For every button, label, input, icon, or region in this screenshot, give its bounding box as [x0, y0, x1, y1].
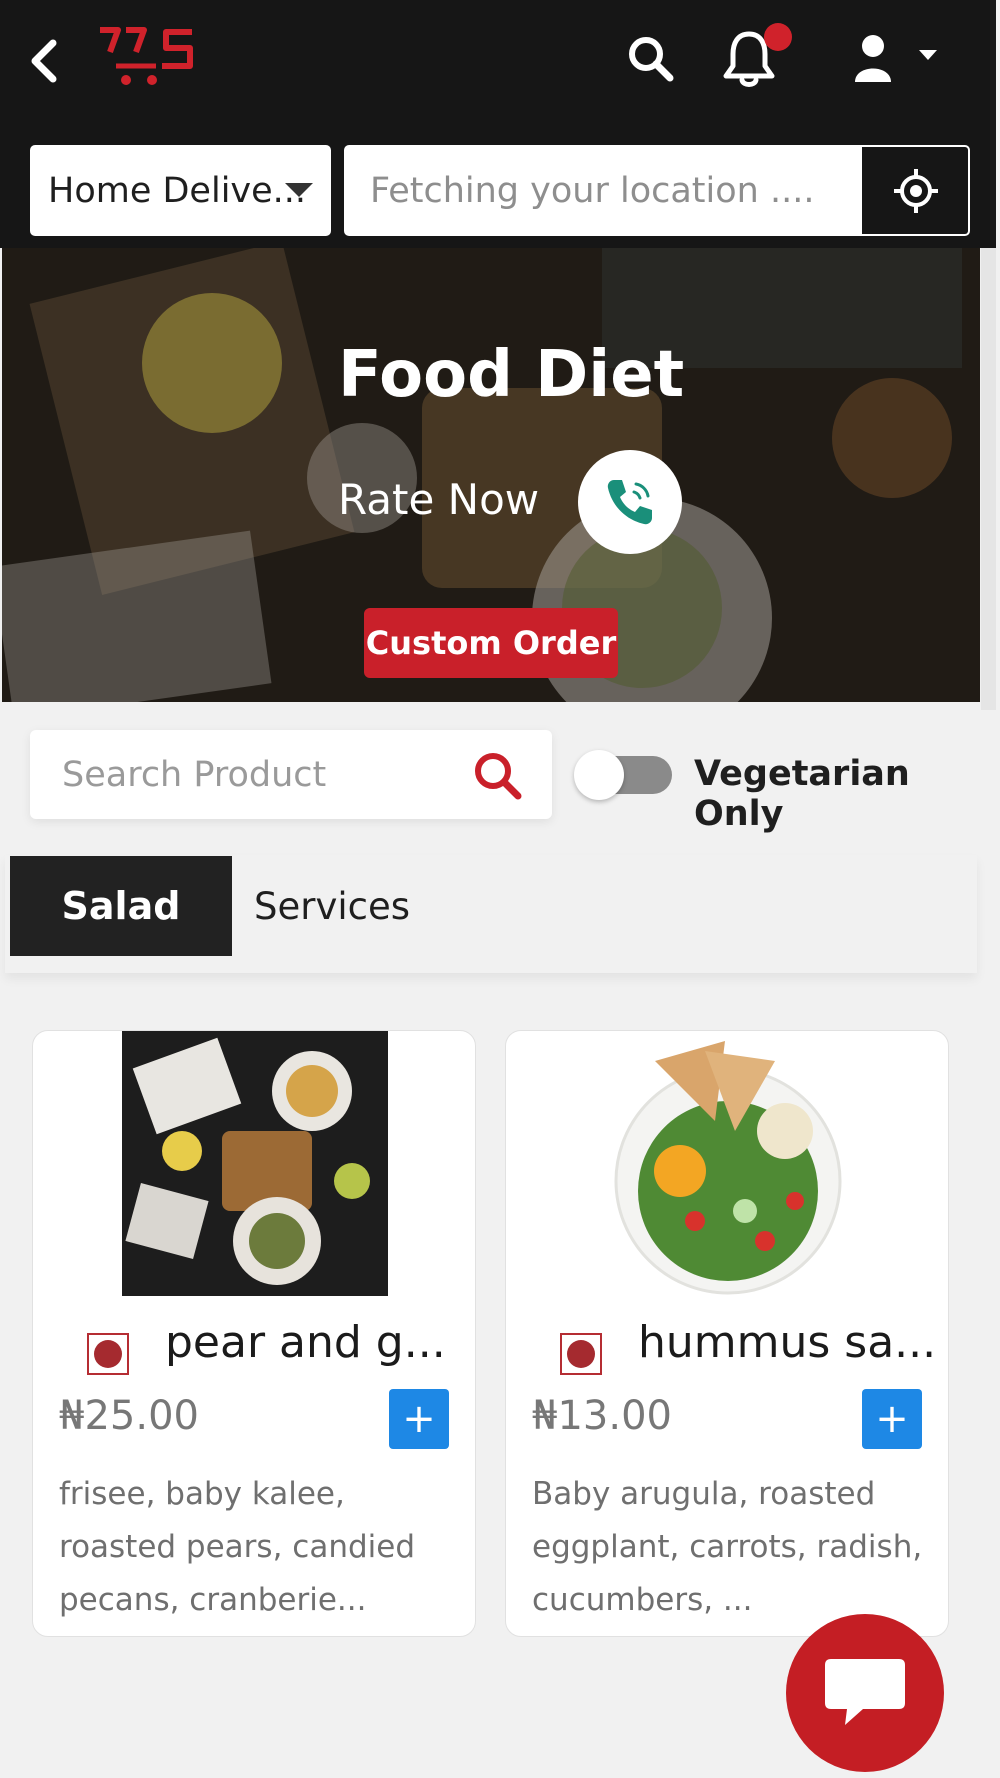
tab-salad[interactable]: Salad: [10, 856, 232, 956]
add-to-cart-button[interactable]: +: [389, 1389, 449, 1449]
notification-badge: [764, 23, 792, 51]
product-card[interactable]: hummus sa... ₦13.00 + Baby arugula, roas…: [505, 1030, 949, 1637]
product-name[interactable]: hummus sa...: [638, 1317, 938, 1368]
non-veg-indicator-icon: [560, 1333, 602, 1375]
chevron-left-icon: [31, 39, 57, 83]
user-icon: [855, 35, 937, 82]
search-icon: [629, 37, 674, 82]
product-image[interactable]: [122, 1031, 388, 1296]
location-input[interactable]: Fetching your location ....: [346, 147, 864, 234]
crosshair-icon: [894, 168, 938, 213]
phone-icon: [607, 480, 652, 525]
product-description: frisee, baby kalee, roasted pears, candi…: [59, 1476, 416, 1618]
delivery-type-select[interactable]: Home Delive...: [30, 145, 331, 236]
product-search-input[interactable]: Search Product: [62, 730, 326, 819]
tab-services[interactable]: Services: [254, 856, 410, 956]
back-button[interactable]: [22, 36, 66, 86]
product-name[interactable]: pear and g...: [165, 1317, 465, 1368]
vegetarian-label: Vegetarian Only: [694, 754, 910, 834]
toggle-knob: [574, 750, 624, 800]
search-icon[interactable]: [470, 748, 526, 804]
custom-order-button[interactable]: Custom Order: [364, 608, 618, 678]
header-search-button[interactable]: [622, 30, 680, 88]
product-price: ₦25.00: [59, 1393, 199, 1439]
brand-logo[interactable]: [96, 22, 202, 90]
add-to-cart-button[interactable]: +: [862, 1389, 922, 1449]
chat-bubble-icon: [825, 1659, 905, 1725]
product-image[interactable]: [595, 1031, 861, 1296]
product-card[interactable]: pear and g... ₦25.00 + frisee, baby kale…: [32, 1030, 476, 1637]
non-veg-indicator-icon: [87, 1333, 129, 1375]
banner-scrollbar[interactable]: [981, 248, 996, 710]
user-menu-button[interactable]: [845, 30, 945, 88]
chat-button[interactable]: [786, 1614, 944, 1772]
location-bar: Fetching your location ....: [344, 145, 970, 236]
cart-logo-icon: [100, 27, 193, 85]
detect-location-button[interactable]: [862, 147, 968, 234]
product-price: ₦13.00: [532, 1393, 672, 1439]
product-search[interactable]: Search Product: [30, 730, 552, 819]
chevron-down-icon: [919, 50, 937, 60]
rate-now-link[interactable]: Rate Now: [338, 475, 539, 524]
caret-down-icon: [285, 183, 313, 197]
call-store-button[interactable]: [578, 450, 682, 554]
store-name: Food Diet: [338, 338, 685, 412]
product-description: Baby arugula, roasted eggplant, carrots,…: [532, 1476, 923, 1618]
delivery-type-value: Home Delive...: [48, 170, 307, 211]
vegetarian-toggle[interactable]: [574, 750, 672, 800]
